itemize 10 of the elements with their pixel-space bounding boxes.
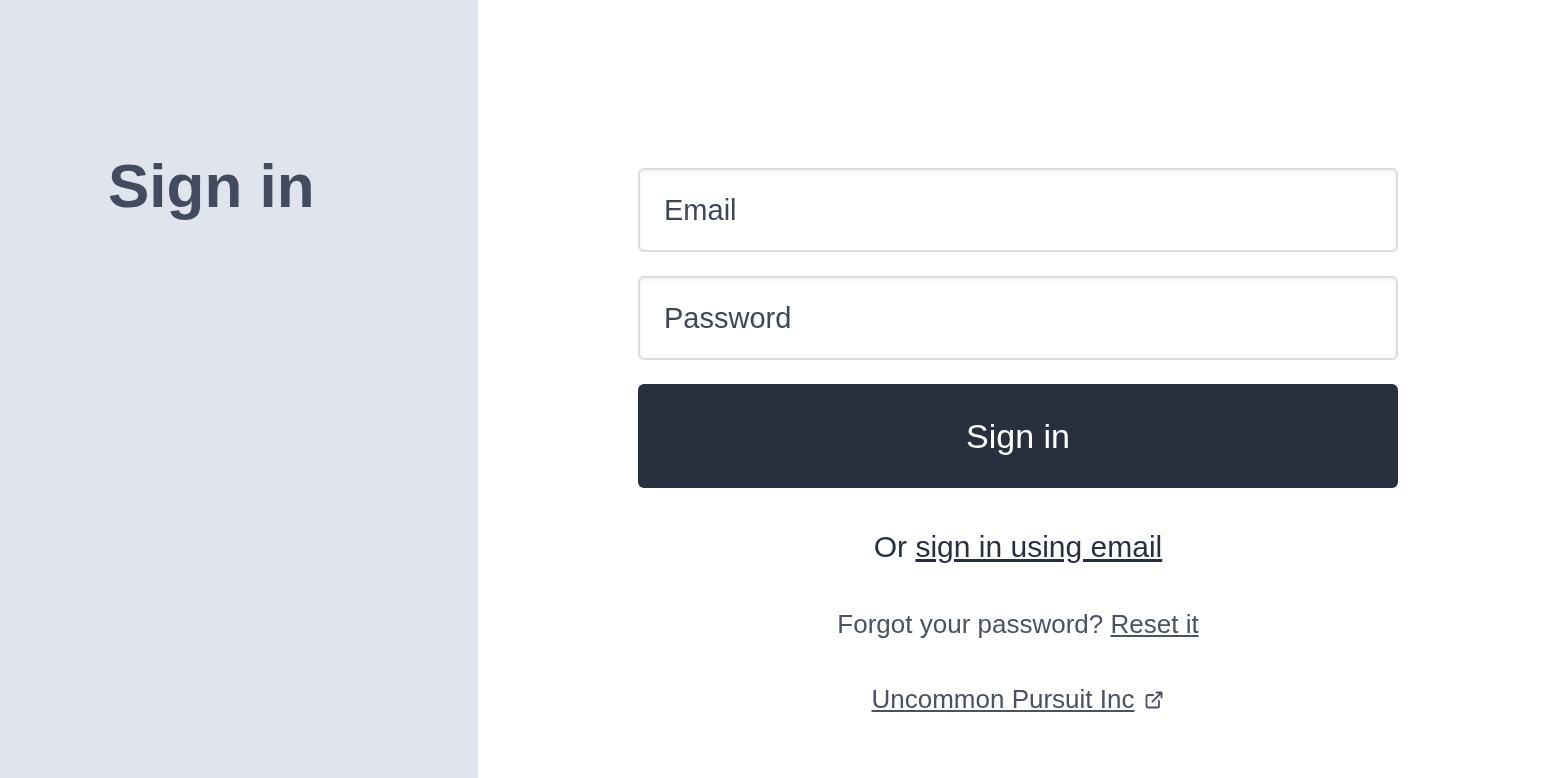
password-field[interactable]: Password <box>638 276 1398 360</box>
page-title: Sign in <box>108 150 316 222</box>
email-sign-in-link[interactable]: sign in using email <box>915 530 1163 563</box>
email-field[interactable]: Email <box>638 168 1398 252</box>
reset-password-link[interactable]: Reset it <box>1110 609 1199 639</box>
external-link-icon <box>1144 689 1165 710</box>
forgot-password-text: Forgot your password? Reset it <box>837 608 1199 641</box>
alternative-sign-in-text: Or sign in using email <box>873 529 1163 565</box>
sign-in-button[interactable]: Sign in <box>638 384 1398 488</box>
company-link[interactable]: Uncommon Pursuit Inc <box>871 680 1135 719</box>
